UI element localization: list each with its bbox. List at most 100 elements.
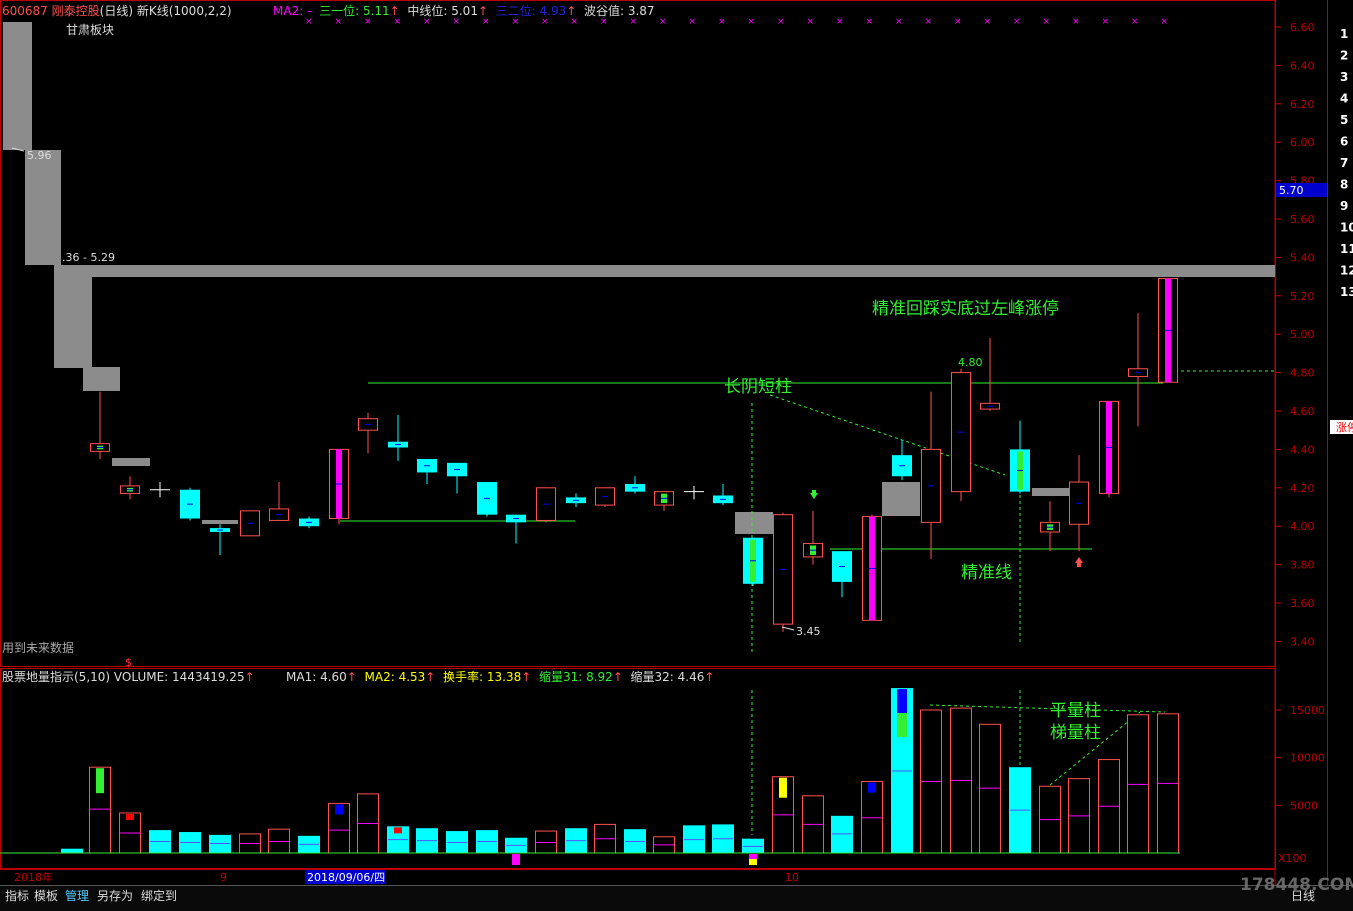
volume-bar[interactable] <box>535 830 557 854</box>
candle[interactable] <box>358 412 378 454</box>
sanyi-label: 三一位: <box>319 4 360 18</box>
candle[interactable] <box>773 512 793 632</box>
chart-stage[interactable]: 6.606.406.206.005.805.605.405.205.004.80… <box>0 0 1353 910</box>
volume-bar[interactable] <box>1068 778 1090 854</box>
candle[interactable] <box>684 485 704 500</box>
candle[interactable] <box>980 338 1000 411</box>
volume-bar[interactable] <box>416 828 438 853</box>
volume-bar[interactable] <box>1098 759 1120 854</box>
tab-template[interactable]: 模板 <box>31 886 61 906</box>
candle[interactable] <box>921 391 941 559</box>
candle[interactable] <box>951 368 971 502</box>
volume-bar[interactable] <box>387 826 409 853</box>
volume-bar[interactable] <box>861 781 883 854</box>
candle[interactable] <box>892 439 912 481</box>
candle[interactable] <box>417 459 437 484</box>
volume-bar[interactable] <box>831 815 853 853</box>
candle[interactable] <box>120 476 140 500</box>
volume-bar[interactable] <box>1039 785 1061 854</box>
candle[interactable] <box>1069 455 1089 552</box>
candle[interactable] <box>1128 313 1148 427</box>
candle[interactable] <box>832 551 852 598</box>
candle[interactable] <box>862 514 882 621</box>
x-marker: × <box>482 17 490 27</box>
volume-bar[interactable] <box>179 832 201 853</box>
x-marker: × <box>866 17 874 27</box>
candle[interactable] <box>329 448 349 525</box>
candle[interactable] <box>625 476 645 494</box>
volume-bar[interactable] <box>979 723 1001 854</box>
tab-bind-to[interactable]: 绑定到 <box>138 886 180 906</box>
volume-bar[interactable] <box>119 812 141 854</box>
volume-bar[interactable] <box>624 829 646 853</box>
volume-bar[interactable] <box>209 834 231 853</box>
candle[interactable] <box>536 487 556 523</box>
candle[interactable] <box>1040 501 1060 552</box>
candle[interactable] <box>388 414 408 461</box>
price-tick-label: 5.00 <box>1290 328 1315 341</box>
price-label-345: 3.45 <box>796 625 821 638</box>
candle[interactable] <box>150 482 170 498</box>
candlesticks[interactable] <box>90 278 1178 632</box>
volume-bar[interactable] <box>1157 713 1179 854</box>
candle[interactable] <box>1099 400 1119 498</box>
candle[interactable] <box>299 516 319 529</box>
price-tick-label: 4.20 <box>1290 482 1315 495</box>
x-marker: × <box>659 17 667 27</box>
tab-save-as[interactable]: 另存为 <box>94 886 136 906</box>
price-tick-label: 4.60 <box>1290 405 1315 418</box>
level-bar <box>202 520 238 524</box>
candle[interactable] <box>803 510 823 565</box>
volume-bar[interactable] <box>268 828 290 854</box>
candle[interactable] <box>743 537 763 586</box>
volume-bar[interactable] <box>920 709 942 854</box>
x-marker: × <box>305 17 313 27</box>
sanyi-value: 5.11 <box>362 4 390 18</box>
vma1-value: 4.60 <box>320 670 347 684</box>
x-marker: × <box>718 17 726 27</box>
volume-bar[interactable] <box>149 830 171 853</box>
candle[interactable] <box>713 483 733 506</box>
volume-bar[interactable] <box>594 823 616 854</box>
candle[interactable] <box>506 514 526 544</box>
volume-bar[interactable] <box>950 707 972 854</box>
candle[interactable] <box>1010 420 1030 494</box>
tab-indicator[interactable]: 指标 <box>2 886 32 906</box>
volume-bar[interactable] <box>772 776 794 854</box>
candle[interactable] <box>180 487 200 521</box>
candle[interactable] <box>654 491 674 511</box>
volume-bar[interactable] <box>298 835 320 853</box>
candle[interactable] <box>595 487 615 507</box>
volume-bar[interactable] <box>891 688 913 853</box>
volume-bar[interactable] <box>476 830 498 853</box>
volume-bar[interactable] <box>683 825 705 853</box>
candle[interactable] <box>477 482 497 517</box>
candle[interactable] <box>269 482 289 521</box>
volume-bar[interactable] <box>89 766 111 854</box>
volume-bar[interactable] <box>802 795 824 854</box>
candle[interactable] <box>240 510 260 537</box>
volume-flag <box>749 854 757 859</box>
candle[interactable] <box>566 493 586 507</box>
volume-bar[interactable] <box>446 831 468 853</box>
volume-bar[interactable] <box>357 793 379 854</box>
candle[interactable] <box>447 462 467 494</box>
candle[interactable] <box>1158 278 1178 383</box>
volume-bar[interactable] <box>565 828 587 853</box>
candle[interactable] <box>210 524 230 555</box>
volume-bar[interactable] <box>712 824 734 853</box>
volume-bar[interactable] <box>328 802 350 854</box>
volume-bar[interactable] <box>653 836 675 854</box>
volume-bar[interactable] <box>61 848 83 853</box>
price-tick-label: 6.40 <box>1290 59 1315 72</box>
volume-bars[interactable] <box>0 688 1180 865</box>
volume-bar[interactable] <box>1009 767 1031 853</box>
volume-bar[interactable] <box>1127 714 1149 854</box>
volume-bar[interactable] <box>505 837 527 865</box>
candle[interactable] <box>90 391 110 459</box>
tab-manage[interactable]: 管理 <box>62 886 92 906</box>
zhongxian-value: 5.01 <box>451 4 478 18</box>
volume-bar[interactable] <box>742 838 764 865</box>
volume-bar[interactable] <box>239 833 261 854</box>
right-column-number: 3 <box>1340 70 1348 84</box>
